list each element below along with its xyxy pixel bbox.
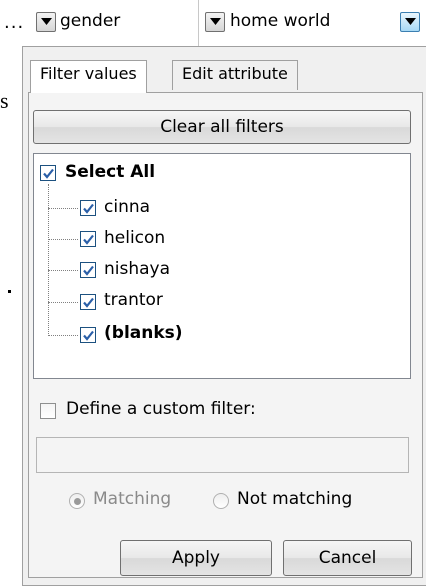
checkmark-icon — [42, 168, 54, 179]
value-label: helicon — [104, 228, 166, 248]
cancel-button[interactable]: Cancel — [283, 540, 412, 576]
matching-radio[interactable] — [69, 493, 85, 509]
chevron-down-icon — [404, 18, 416, 25]
tree-connector — [48, 208, 78, 209]
custom-filter-input[interactable] — [36, 437, 409, 473]
checkmark-icon — [82, 234, 94, 245]
radio-selected-dot — [73, 497, 81, 505]
column-label-home-world: home world — [230, 11, 331, 31]
value-checkbox-cinna[interactable] — [80, 200, 96, 216]
checkmark-icon — [82, 297, 94, 308]
tree-connector — [48, 270, 78, 271]
background-cell-text: s — [0, 88, 9, 113]
select-all-label: Select All — [65, 162, 156, 182]
column-label-gender: gender — [60, 11, 121, 31]
chevron-down-icon — [40, 18, 52, 25]
tree-connector — [48, 239, 78, 240]
checkmark-icon — [82, 265, 94, 276]
home-world-filter-dropdown-button[interactable] — [400, 12, 420, 32]
value-checkbox-trantor[interactable] — [80, 294, 96, 310]
tree-connector — [48, 184, 49, 336]
chevron-down-icon — [209, 18, 221, 25]
value-checkbox-helicon[interactable] — [80, 231, 96, 247]
checkmark-icon — [82, 203, 94, 214]
background-dot — [8, 290, 11, 293]
tab-filter-values[interactable]: Filter values — [30, 60, 147, 93]
apply-label: Apply — [172, 548, 220, 568]
select-all-checkbox[interactable] — [40, 165, 56, 181]
apply-button[interactable]: Apply — [120, 540, 272, 576]
value-label-blanks: (blanks) — [104, 323, 183, 343]
clear-all-filters-label: Clear all filters — [160, 117, 284, 137]
truncated-column-ellipsis: ... — [4, 12, 25, 33]
cancel-label: Cancel — [318, 548, 377, 568]
not-matching-label: Not matching — [237, 489, 353, 509]
column-divider — [198, 0, 199, 46]
value-checkbox-blanks[interactable] — [80, 327, 96, 343]
value-label: trantor — [104, 290, 163, 310]
value-label: cinna — [104, 197, 151, 217]
gender-filter-dropdown-button[interactable] — [205, 12, 225, 32]
matching-label: Matching — [93, 489, 172, 509]
not-matching-radio[interactable] — [213, 493, 229, 509]
value-checkbox-nishaya[interactable] — [80, 262, 96, 278]
tree-connector — [48, 335, 78, 336]
clear-all-filters-button[interactable]: Clear all filters — [33, 110, 411, 144]
checkmark-icon — [82, 330, 94, 341]
column-filter-dropdown-button[interactable] — [36, 12, 56, 32]
value-label: nishaya — [104, 259, 171, 279]
custom-filter-label: Define a custom filter: — [66, 399, 256, 419]
tree-connector — [48, 302, 78, 303]
tab-edit-attribute[interactable]: Edit attribute — [172, 60, 298, 90]
custom-filter-checkbox[interactable] — [40, 403, 56, 419]
